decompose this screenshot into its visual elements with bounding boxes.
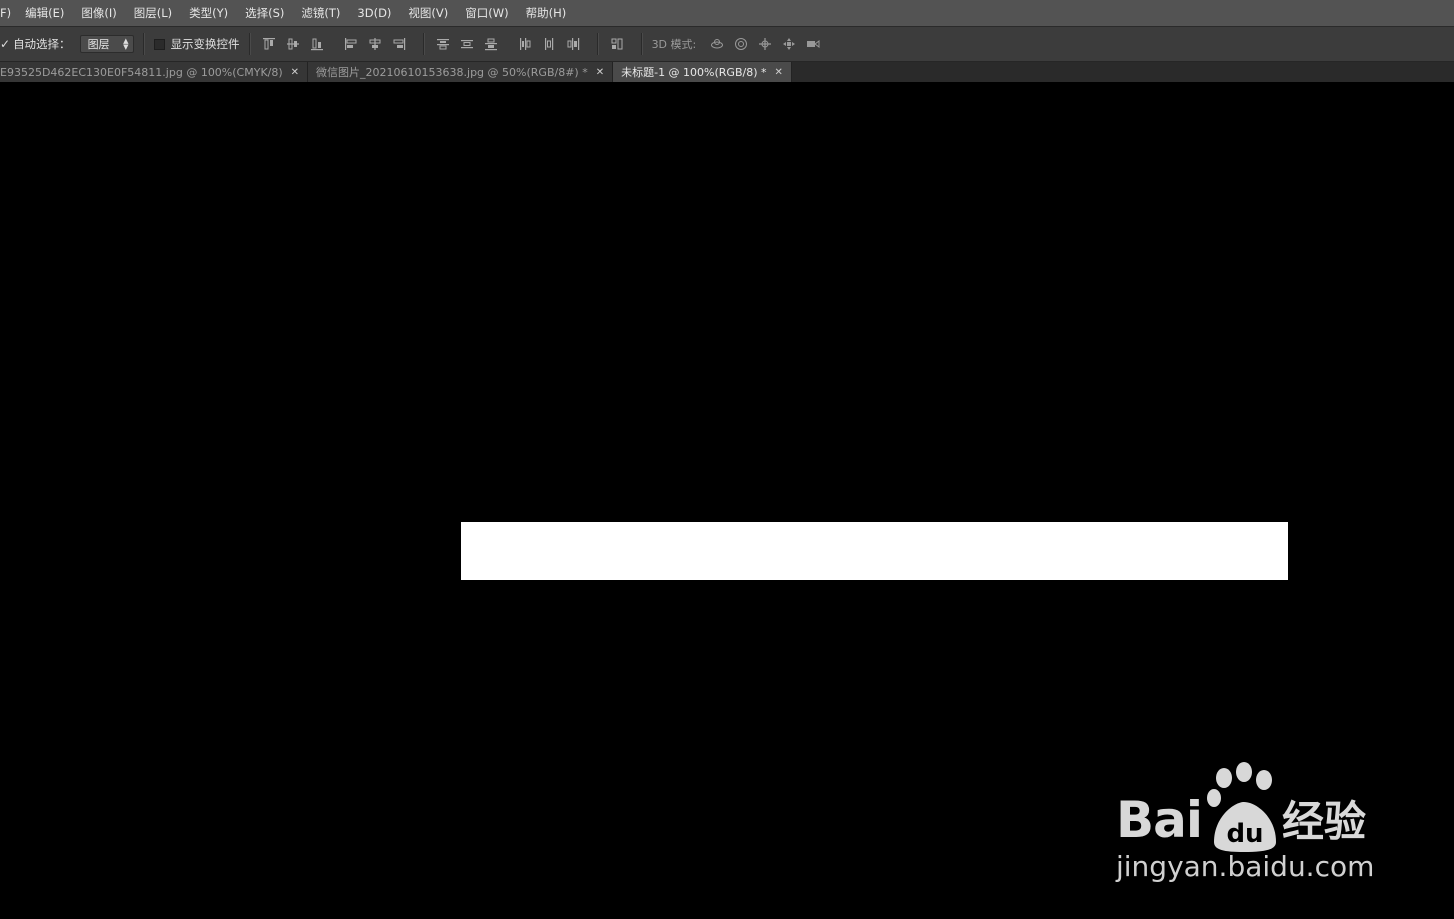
3d-pan-icon[interactable]	[756, 35, 774, 53]
align-top-icon[interactable]	[260, 35, 278, 53]
separator	[596, 33, 599, 55]
3d-rotate-icon[interactable]	[708, 35, 726, 53]
3d-mode-label: 3D 模式:	[651, 38, 697, 51]
distribute-hcenter-icon[interactable]	[540, 35, 558, 53]
menu-edit[interactable]: 编辑(E)	[25, 5, 64, 21]
close-icon[interactable]: ✕	[291, 67, 299, 78]
auto-align-icon[interactable]	[608, 35, 626, 53]
menu-view[interactable]: 视图(V)	[408, 5, 448, 21]
menu-filter[interactable]: 滤镜(T)	[301, 5, 340, 21]
options-bar: ✓ 自动选择： 图层 ▲ ▼ 显示变换控件 3D 模式:	[0, 26, 1454, 62]
3d-roll-icon[interactable]	[732, 35, 750, 53]
align-bottom-icon[interactable]	[308, 35, 326, 53]
separator	[640, 33, 643, 55]
menu-image[interactable]: 图像(I)	[81, 5, 116, 21]
auto-select-label: 自动选择：	[13, 37, 71, 51]
separator	[422, 33, 425, 55]
3d-scale-icon[interactable]	[804, 35, 822, 53]
menu-3d[interactable]: 3D(D)	[357, 6, 391, 20]
auto-select-checkbox[interactable]: ✓	[0, 37, 10, 51]
show-transform-label: 显示变换控件	[170, 37, 240, 51]
distribute-right-icon[interactable]	[564, 35, 582, 53]
menu-bar: F) 编辑(E) 图像(I) 图层(L) 类型(Y) 选择(S) 滤镜(T) 3…	[0, 0, 1454, 26]
menu-window[interactable]: 窗口(W)	[465, 5, 508, 21]
auto-select-value: 图层	[87, 38, 110, 51]
menu-select[interactable]: 选择(S)	[245, 5, 284, 21]
updown-arrows-icon: ▲ ▼	[123, 37, 129, 51]
distribute-vcenter-icon[interactable]	[458, 35, 476, 53]
document-tab-active[interactable]: 未标题-1 @ 100%(RGB/8) * ✕	[613, 62, 792, 82]
distribute-top-icon[interactable]	[434, 35, 452, 53]
3d-slide-icon[interactable]	[780, 35, 798, 53]
separator	[142, 33, 145, 55]
tab-label: E93525D462EC130E0F54811.jpg @ 100%(CMYK/…	[0, 65, 283, 79]
align-hcenter-icon[interactable]	[366, 35, 384, 53]
document-tabs: E93525D462EC130E0F54811.jpg @ 100%(CMYK/…	[0, 62, 1454, 82]
separator	[248, 33, 251, 55]
distribute-left-icon[interactable]	[516, 35, 534, 53]
document-tab[interactable]: 微信图片_20210610153638.jpg @ 50%(RGB/8#) * …	[308, 62, 614, 82]
wm-url: jingyan.baidu.com	[1116, 850, 1375, 883]
distribute-bottom-icon[interactable]	[482, 35, 500, 53]
menu-layer[interactable]: 图层(L)	[134, 5, 172, 21]
white-rectangle-shape[interactable]	[461, 522, 1288, 580]
align-left-icon[interactable]	[342, 35, 360, 53]
tab-label: 微信图片_20210610153638.jpg @ 50%(RGB/8#) *	[316, 66, 588, 79]
align-vcenter-icon[interactable]	[284, 35, 302, 53]
menu-help[interactable]: 帮助(H)	[526, 5, 567, 21]
tab-label: 未标题-1 @ 100%(RGB/8) *	[621, 66, 767, 79]
wm-suffix: 经验	[1282, 797, 1367, 846]
menu-file[interactable]: F)	[0, 6, 11, 20]
show-transform-checkbox[interactable]	[153, 38, 165, 50]
close-icon[interactable]: ✕	[775, 67, 783, 78]
close-icon[interactable]: ✕	[596, 67, 604, 78]
menu-type[interactable]: 类型(Y)	[189, 5, 228, 21]
baidu-paw-logo: du	[1207, 762, 1276, 852]
align-right-icon[interactable]	[390, 35, 408, 53]
wm-brand: Bai	[1116, 791, 1203, 849]
wm-du: du	[1226, 819, 1263, 849]
auto-select-dropdown[interactable]: 图层 ▲ ▼	[79, 35, 134, 53]
document-tab[interactable]: E93525D462EC130E0F54811.jpg @ 100%(CMYK/…	[0, 62, 309, 82]
baidu-jingyan-watermark: du Bai 经验 jingyan.baidu.com	[1112, 758, 1382, 898]
